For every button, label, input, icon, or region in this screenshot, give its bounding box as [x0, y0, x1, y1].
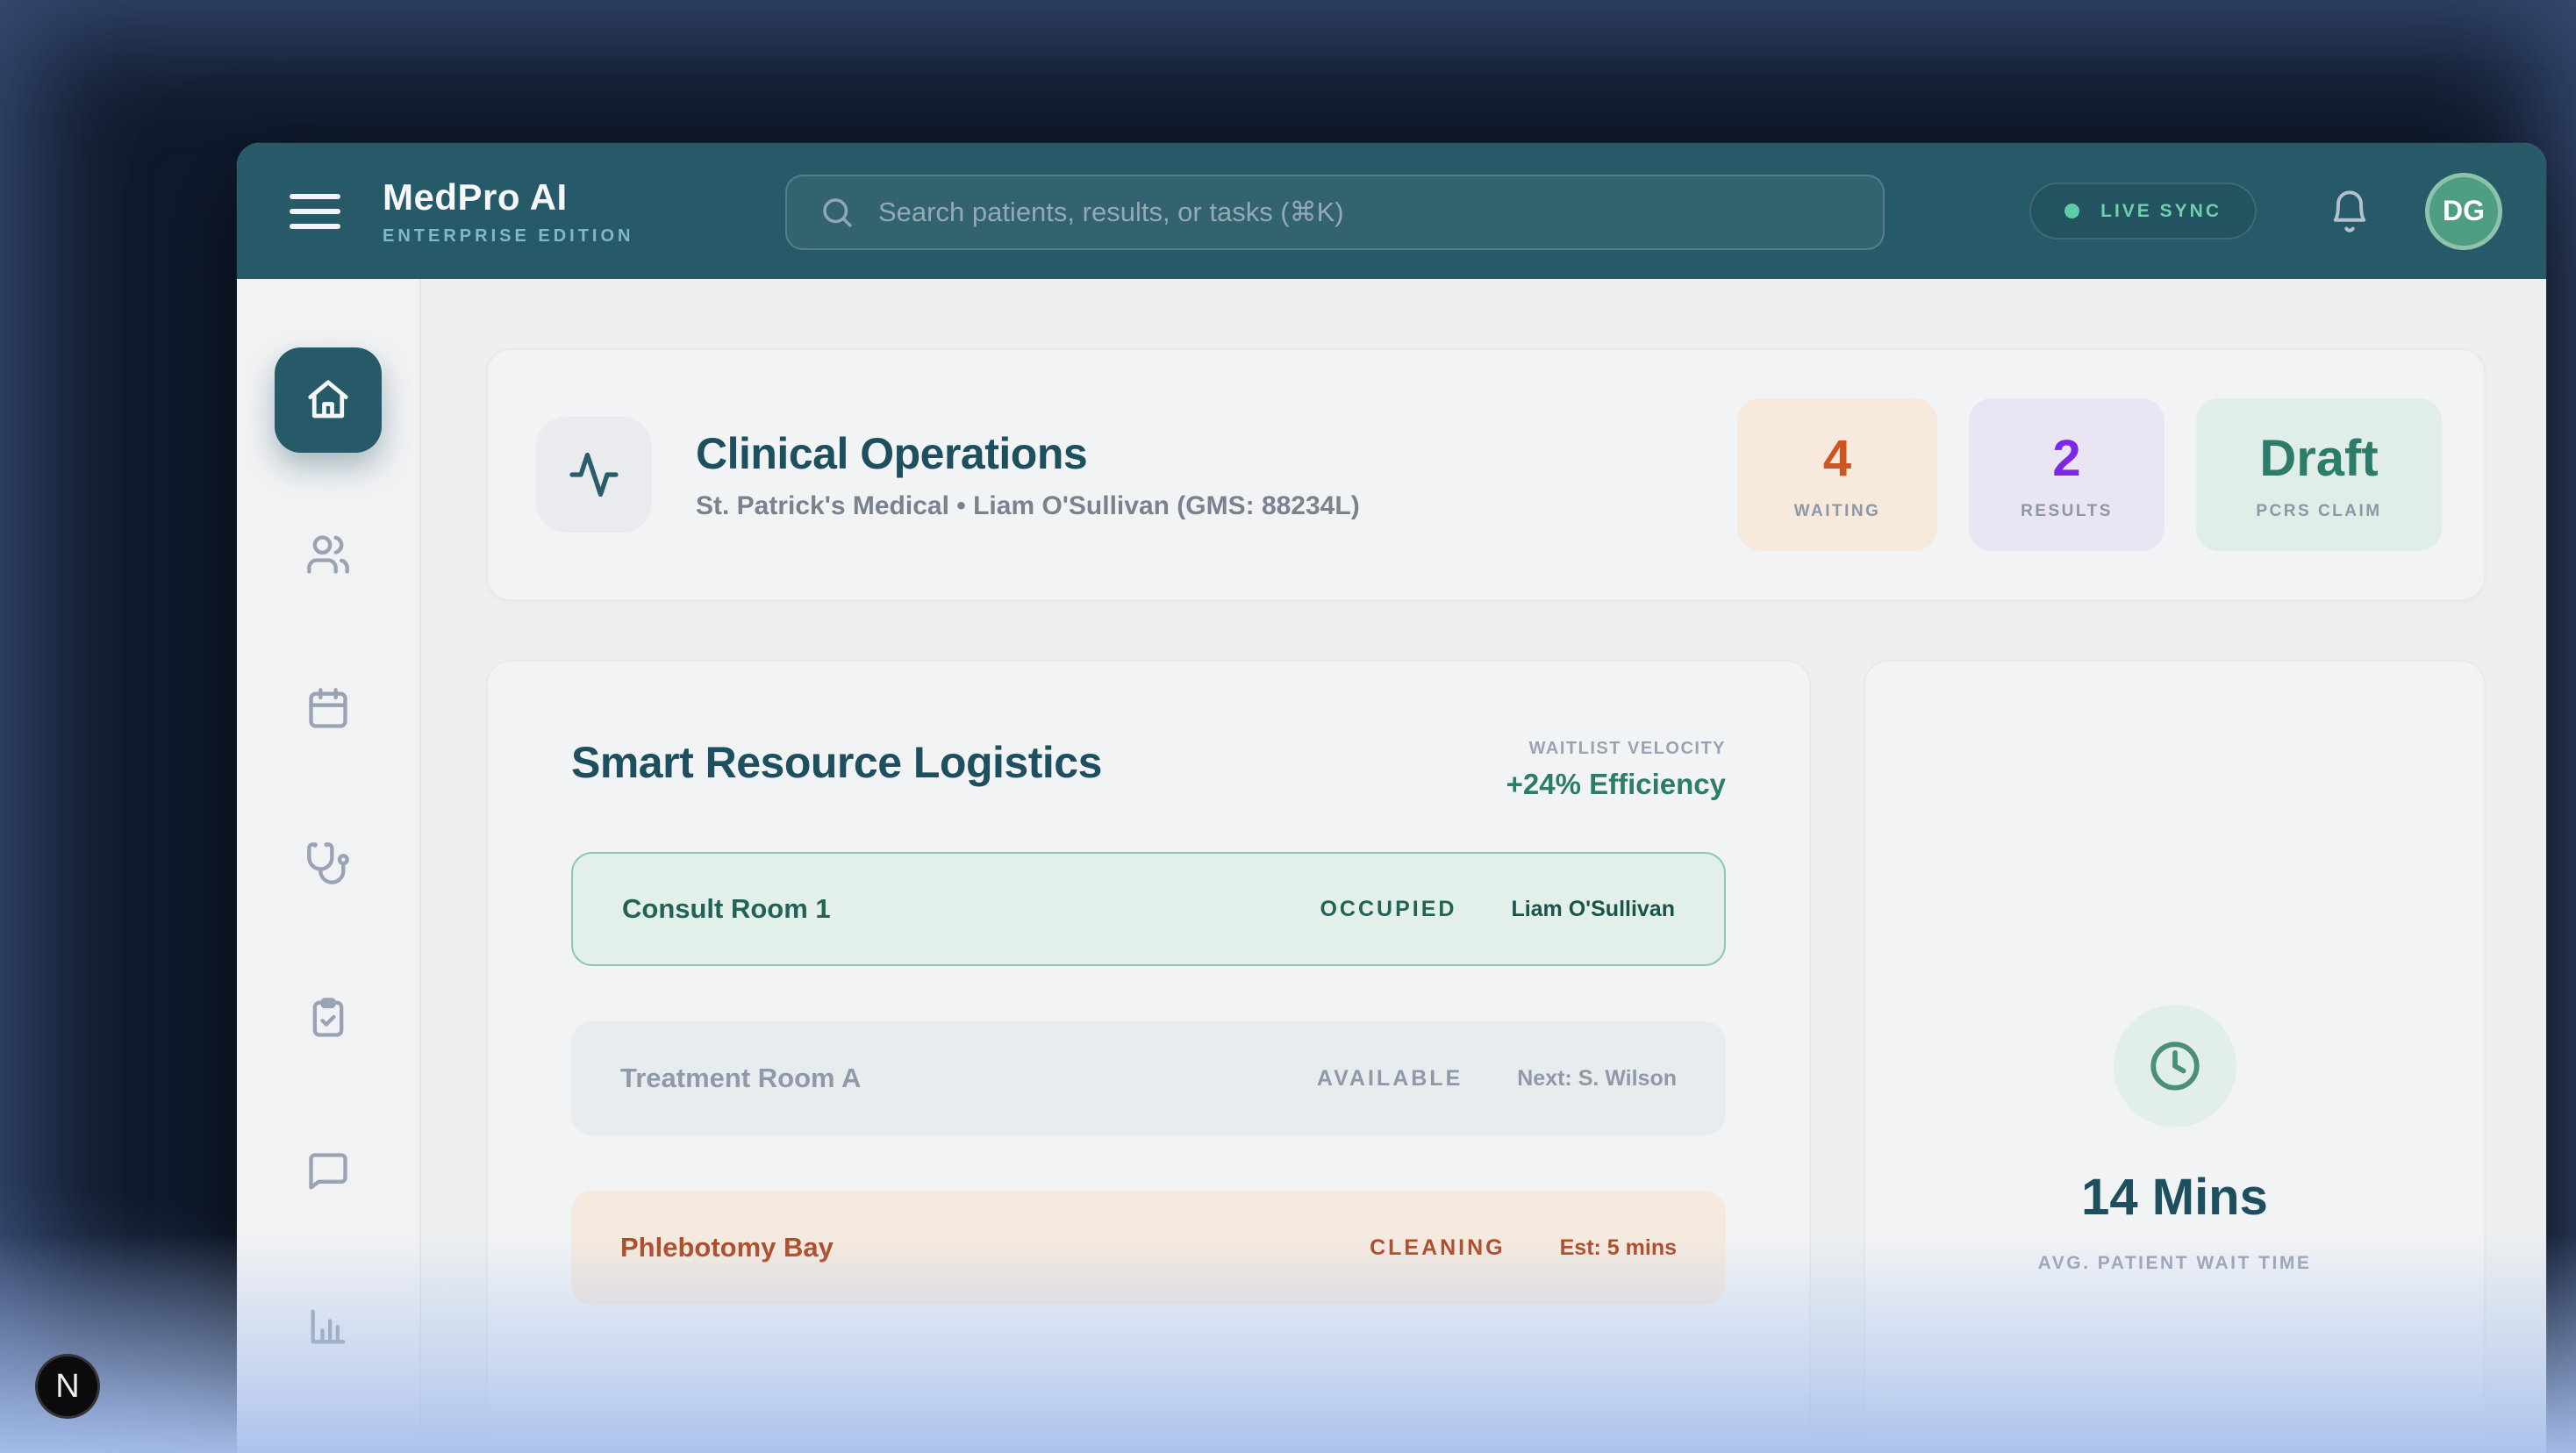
avg-wait-time-card: 14 Mins AVG. PATIENT WAIT TIME: [1864, 660, 2486, 1453]
stat-pcrs-claim-value: Draft: [2259, 429, 2378, 488]
clock-icon: [2146, 1037, 2204, 1095]
clock-icon-circle: [2114, 1005, 2236, 1127]
search-input[interactable]: [855, 176, 1883, 248]
room-detail: Liam O'Sullivan: [1511, 897, 1675, 922]
app-edition: ENTERPRISE EDITION: [383, 226, 633, 247]
stat-results: 2 RESULTS: [1969, 398, 2165, 551]
room-name: Consult Room 1: [622, 893, 831, 925]
search-bar[interactable]: [785, 175, 1885, 250]
sidebar-item-analytics[interactable]: [305, 1304, 351, 1349]
stat-waiting: 4 WAITING: [1737, 398, 1937, 551]
room-row-phlebotomy-bay[interactable]: Phlebotomy Bay CLEANING Est: 5 mins: [571, 1191, 1726, 1305]
stat-pcrs-claim-label: PCRS CLAIM: [2256, 502, 2381, 521]
room-row-consult-1[interactable]: Consult Room 1 OCCUPIED Liam O'Sullivan: [571, 852, 1726, 966]
room-detail: Est: 5 mins: [1560, 1235, 1677, 1261]
page-subtitle: St. Patrick's Medical • Liam O'Sullivan …: [696, 491, 1360, 521]
app-window: MedPro AI ENTERPRISE EDITION LIVE SYNC D…: [237, 143, 2546, 1453]
avatar-initials: DG: [2443, 195, 2485, 227]
sidebar-item-schedule[interactable]: [305, 686, 351, 732]
room-name: Treatment Room A: [620, 1063, 861, 1094]
stat-results-value: 2: [2052, 429, 2080, 488]
logistics-title: Smart Resource Logistics: [571, 737, 1102, 788]
activity-icon-tile: [536, 417, 652, 533]
sidebar-item-home[interactable]: [275, 347, 382, 453]
live-sync-label: LIVE SYNC: [2100, 201, 2222, 222]
main-content: Clinical Operations St. Patrick's Medica…: [421, 279, 2546, 1453]
room-list: Consult Room 1 OCCUPIED Liam O'Sullivan …: [571, 852, 1726, 1305]
room-status-badge: CLEANING: [1370, 1235, 1506, 1261]
stethoscope-icon: [305, 841, 351, 886]
clinical-operations-card: Clinical Operations St. Patrick's Medica…: [486, 348, 2486, 601]
menu-icon[interactable]: [290, 184, 340, 239]
room-status-badge: OCCUPIED: [1320, 897, 1456, 922]
notifications-bell-icon[interactable]: [2327, 189, 2372, 234]
nextjs-logo: N: [55, 1368, 79, 1406]
brand-block: MedPro AI ENTERPRISE EDITION: [383, 176, 633, 247]
app-header: MedPro AI ENTERPRISE EDITION LIVE SYNC D…: [237, 143, 2546, 279]
stat-waiting-value: 4: [1823, 429, 1851, 488]
waitlist-velocity: WAITLIST VELOCITY +24% Efficiency: [1506, 737, 1726, 801]
stat-pcrs-claim: Draft PCRS CLAIM: [2196, 398, 2442, 551]
sidebar-item-messages[interactable]: [305, 1149, 351, 1195]
smart-resource-logistics-card: Smart Resource Logistics WAITLIST VELOCI…: [486, 660, 1811, 1453]
sidebar-item-clinical[interactable]: [305, 841, 351, 886]
activity-icon: [568, 448, 620, 501]
message-icon: [305, 1149, 351, 1195]
avg-wait-value: 14 Mins: [2081, 1168, 2268, 1227]
header-controls: LIVE SYNC DG: [2029, 143, 2502, 279]
search-icon: [819, 194, 855, 231]
bar-chart-icon: [305, 1304, 351, 1349]
sidebar-nav: [237, 279, 421, 1453]
room-name: Phlebotomy Bay: [620, 1232, 834, 1263]
live-sync-badge: LIVE SYNC: [2029, 183, 2257, 240]
waitlist-velocity-label: WAITLIST VELOCITY: [1506, 739, 1726, 759]
stat-results-label: RESULTS: [2021, 502, 2113, 521]
nextjs-dev-badge[interactable]: N: [35, 1354, 100, 1419]
room-row-treatment-a[interactable]: Treatment Room A AVAILABLE Next: S. Wils…: [571, 1021, 1726, 1135]
user-avatar[interactable]: DG: [2425, 173, 2502, 250]
stat-waiting-label: WAITING: [1794, 502, 1881, 521]
calendar-icon: [305, 686, 351, 732]
page-title: Clinical Operations: [696, 428, 1360, 479]
waitlist-velocity-value: +24% Efficiency: [1506, 768, 1726, 801]
room-status-badge: AVAILABLE: [1317, 1066, 1463, 1092]
clipboard-check-icon: [305, 995, 351, 1041]
sidebar-item-tasks[interactable]: [305, 995, 351, 1041]
live-sync-dot-icon: [2064, 204, 2079, 218]
sidebar-item-patients[interactable]: [305, 532, 351, 577]
room-detail: Next: S. Wilson: [1517, 1066, 1677, 1092]
app-title: MedPro AI: [383, 176, 633, 218]
avg-wait-label: AVG. PATIENT WAIT TIME: [2038, 1253, 2312, 1274]
home-icon: [304, 376, 352, 424]
users-icon: [305, 532, 351, 577]
